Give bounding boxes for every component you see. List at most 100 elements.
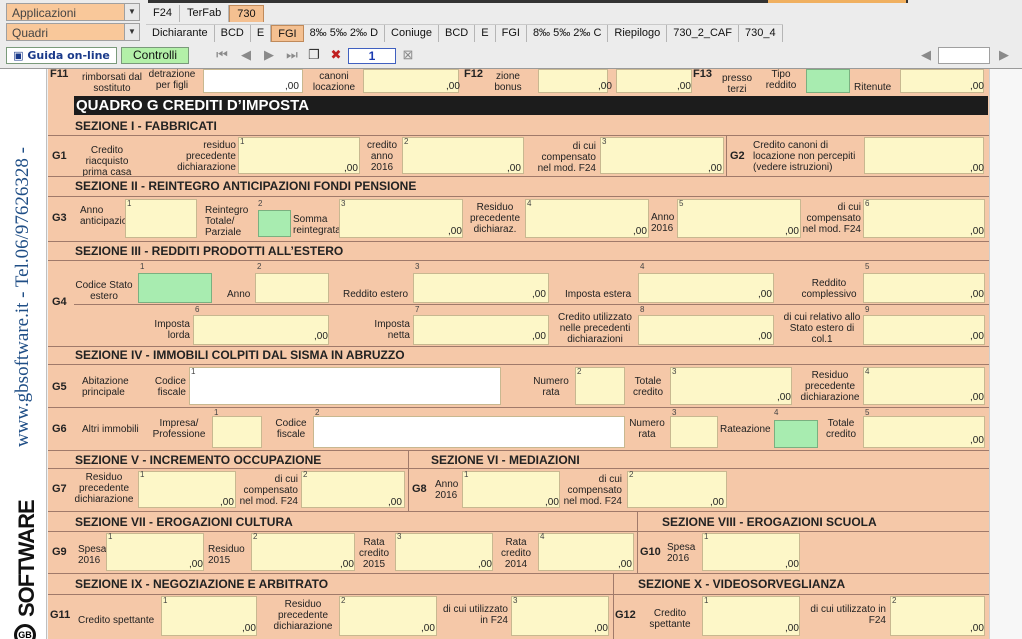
decimal: ,00 [545, 497, 559, 508]
g4-lorda-field[interactable] [193, 315, 329, 345]
decimal: ,00 [242, 623, 256, 634]
f13-tipo-reddito-field[interactable] [806, 69, 850, 93]
g5-residuo-label: Residuo precedente dichiarazione [800, 370, 860, 403]
decimal: ,00 [448, 226, 462, 237]
tab-fgi[interactable]: FGI [271, 25, 304, 42]
scroll-right-icon[interactable]: ▶ [996, 47, 1012, 63]
g3-somma-field[interactable] [339, 199, 463, 238]
g6-cf-field[interactable] [313, 416, 625, 448]
tab-730[interactable]: 730 [229, 5, 264, 22]
g2-field[interactable] [864, 137, 984, 174]
controlli-button[interactable]: Controlli [121, 47, 189, 64]
tab-e-c[interactable]: E [475, 25, 496, 42]
g5-cf-field[interactable] [189, 367, 501, 405]
g3-anno-field[interactable] [125, 199, 197, 238]
f11-field-2[interactable] [363, 69, 459, 93]
g3-anno-label: Anno anticipazione [80, 205, 139, 227]
g3-compensato-label: di cui compensato nel mod. F24 [802, 202, 861, 235]
tab-730-4[interactable]: 730_4 [739, 25, 783, 42]
tab-coniuge[interactable]: Coniuge [385, 25, 440, 42]
quadri-select[interactable]: Quadri ▼ [6, 23, 140, 41]
tab-riepilogo[interactable]: Riepilogo [608, 25, 668, 42]
row-code-f11: F11 [50, 69, 69, 80]
tab-f24[interactable]: F24 [146, 5, 180, 22]
g4-netta-field[interactable] [413, 315, 549, 345]
f13-label-c: Ritenute [854, 82, 892, 93]
row-code-g3: G3 [52, 212, 67, 224]
g1-compensato-field[interactable] [600, 137, 724, 174]
decimal: ,00 [446, 81, 460, 92]
tab-730-2-caf[interactable]: 730_2_CAF [667, 25, 739, 42]
g3-reintegro-label: Reintegro Totale/ Parziale [205, 205, 249, 238]
tab-bcd-c[interactable]: BCD [439, 25, 476, 42]
g1-credito-field[interactable] [402, 137, 524, 174]
tab-e[interactable]: E [251, 25, 272, 42]
g6-impresa-field[interactable] [212, 416, 262, 448]
decimal: ,00 [970, 623, 984, 634]
g4-anno-field[interactable] [255, 273, 329, 303]
decimal: ,00 [970, 331, 984, 342]
g6-rateazione-field[interactable] [774, 420, 818, 448]
guida-online-label: Guida on-line [27, 49, 110, 62]
g9-spesa-label: Spesa 2016 [78, 544, 107, 566]
first-page-icon[interactable]: ⏮ [214, 47, 230, 63]
decimal: ,00 [285, 81, 299, 92]
chevron-down-icon[interactable]: ▼ [124, 24, 139, 40]
tab-8x1000-d[interactable]: 8‰ 5‰ 2‰ D [304, 25, 386, 42]
g5-totale-field[interactable] [670, 367, 792, 405]
g6-rata-field[interactable] [670, 416, 718, 448]
g1-residuo-label: residuo precedente dichiarazione [177, 140, 236, 173]
next-page-icon[interactable]: ▶ [261, 47, 277, 63]
right-scroll-area[interactable] [989, 69, 1022, 639]
decimal: ,00 [970, 435, 984, 446]
decimal: ,00 [189, 559, 203, 570]
guida-online-button[interactable]: ▣ Guida on-line [6, 47, 117, 64]
close-page-icon[interactable]: ⊠ [400, 47, 416, 63]
brand-logo-mark: GB [14, 624, 36, 639]
search-input[interactable] [938, 47, 990, 64]
decimal: ,00 [507, 163, 521, 174]
tab-dichiarante[interactable]: Dichiarante [146, 25, 215, 42]
scroll-left-icon[interactable]: ◀ [918, 47, 934, 63]
tab-bcd[interactable]: BCD [215, 25, 251, 42]
g4-complessivo-field[interactable] [863, 273, 985, 303]
applicazioni-select[interactable]: Applicazioni ▼ [6, 3, 140, 21]
tab-terfab[interactable]: TerFab [180, 5, 230, 22]
quadro-title: QUADRO G CREDITI D’IMPOSTA [74, 96, 988, 115]
brand-contact: www.gbsoftware.it - Tel.06/97626328 - [12, 147, 33, 447]
g4-relativo-label: di cui relativo allo Stato estero di col… [783, 312, 861, 345]
tab-8x1000-c[interactable]: 8‰ 5‰ 2‰ C [527, 25, 609, 42]
g6-totale-field[interactable] [863, 416, 985, 448]
g5-residuo-field[interactable] [863, 367, 985, 405]
g8-compensato-label: di cui compensato nel mod. F24 [563, 474, 622, 507]
g4-relativo-field[interactable] [863, 315, 985, 345]
prev-page-icon[interactable]: ◀ [238, 47, 254, 63]
f12-label-a: zione bonus [494, 71, 522, 93]
g4-complessivo-label: Reddito complessivo [801, 278, 857, 300]
g3-compensato-field[interactable] [863, 199, 985, 238]
tab-fgi-c[interactable]: FGI [496, 25, 527, 42]
g3-residuo-field[interactable] [525, 199, 649, 238]
g4-reddito-field[interactable] [413, 273, 549, 303]
page-number-field[interactable]: 1 [348, 48, 396, 64]
section-title: SEZIONE III - REDDITI PRODOTTI ALL’ESTER… [75, 244, 344, 258]
delete-page-icon[interactable]: ✖ [328, 47, 344, 63]
g4-utilizzato-field[interactable] [638, 315, 774, 345]
g5-rata-label: Numero rata [533, 376, 569, 398]
g3-anno2016-field[interactable] [677, 199, 801, 238]
g1-residuo-field[interactable] [238, 137, 360, 174]
last-page-icon[interactable]: ⏭ [284, 47, 300, 63]
section-title: SEZIONE V - INCREMENTO OCCUPAZIONE [75, 453, 322, 467]
g4-imposta-field[interactable] [638, 273, 774, 303]
g5-rata-field[interactable] [575, 367, 625, 405]
g6-totale-label: Totale credito [825, 418, 856, 440]
copy-page-icon[interactable]: ❐ [306, 47, 322, 63]
chevron-down-icon[interactable]: ▼ [124, 4, 139, 20]
quadro-g-form: F11 rimborsati dal sostituto detrazione … [48, 69, 989, 639]
decimal: ,00 [532, 289, 546, 300]
g3-reintegro-field[interactable] [258, 210, 291, 237]
row-code-f12: F12 [464, 69, 483, 80]
decimal: ,00 [758, 331, 772, 342]
g4-codice-field[interactable] [138, 273, 212, 303]
g11-credito-label: Credito spettante [78, 615, 155, 626]
